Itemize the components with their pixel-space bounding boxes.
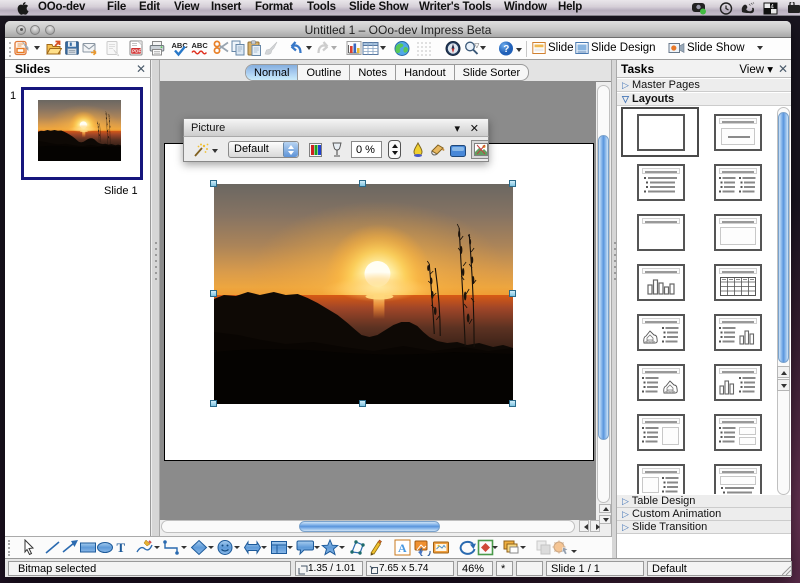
svg-text:PDF: PDF xyxy=(132,49,141,54)
svg-text:T: T xyxy=(117,540,126,555)
svg-text:A: A xyxy=(398,541,407,555)
svg-text:ABC: ABC xyxy=(172,41,189,50)
svg-text:?: ? xyxy=(503,44,509,55)
svg-text:ABC: ABC xyxy=(192,41,209,50)
